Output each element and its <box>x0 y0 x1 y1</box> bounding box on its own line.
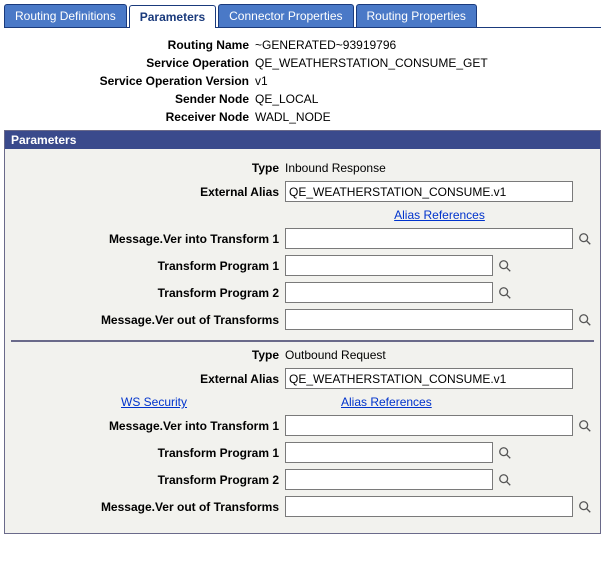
magnifier-icon[interactable] <box>577 499 593 515</box>
transform-program-2-input-outbound[interactable] <box>285 469 493 490</box>
parameters-panel: Parameters Type Inbound Response Externa… <box>4 130 601 534</box>
magnifier-icon[interactable] <box>497 472 513 488</box>
tab-routing-properties[interactable]: Routing Properties <box>356 4 477 27</box>
label-msg-ver-out-inbound: Message.Ver out of Transforms <box>11 313 285 327</box>
label-routing-name: Routing Name <box>4 38 255 52</box>
external-alias-input-outbound[interactable] <box>285 368 573 389</box>
value-routing-name: ~GENERATED~93919796 <box>255 38 396 52</box>
label-service-operation-version: Service Operation Version <box>4 74 255 88</box>
value-type-inbound: Inbound Response <box>285 161 386 175</box>
magnifier-icon[interactable] <box>497 285 513 301</box>
tab-bar: Routing Definitions Parameters Connector… <box>4 4 601 28</box>
msg-ver-out-input-inbound[interactable] <box>285 309 573 330</box>
value-receiver-node: WADL_NODE <box>255 110 331 124</box>
label-service-operation: Service Operation <box>4 56 255 70</box>
value-sender-node: QE_LOCAL <box>255 92 318 106</box>
tab-routing-definitions[interactable]: Routing Definitions <box>4 4 127 27</box>
panel-title: Parameters <box>5 131 600 149</box>
label-msg-ver-into-1-outbound: Message.Ver into Transform 1 <box>11 419 285 433</box>
label-type-outbound: Type <box>11 348 285 362</box>
alias-references-link-outbound[interactable]: Alias References <box>341 395 432 409</box>
transform-program-1-input-outbound[interactable] <box>285 442 493 463</box>
label-type-inbound: Type <box>11 161 285 175</box>
transform-program-2-input-inbound[interactable] <box>285 282 493 303</box>
label-transform-program-2-outbound: Transform Program 2 <box>11 473 285 487</box>
magnifier-icon[interactable] <box>497 258 513 274</box>
value-type-outbound: Outbound Request <box>285 348 386 362</box>
msg-ver-into-1-input-inbound[interactable] <box>285 228 573 249</box>
label-receiver-node: Receiver Node <box>4 110 255 124</box>
label-msg-ver-into-1-inbound: Message.Ver into Transform 1 <box>11 232 285 246</box>
label-sender-node: Sender Node <box>4 92 255 106</box>
label-external-alias-inbound: External Alias <box>11 185 285 199</box>
ws-security-link[interactable]: WS Security <box>121 395 187 409</box>
label-transform-program-2-inbound: Transform Program 2 <box>11 286 285 300</box>
alias-references-link-inbound[interactable]: Alias References <box>394 208 485 222</box>
value-service-operation-version: v1 <box>255 74 268 88</box>
label-transform-program-1-inbound: Transform Program 1 <box>11 259 285 273</box>
magnifier-icon[interactable] <box>497 445 513 461</box>
value-service-operation: QE_WEATHERSTATION_CONSUME_GET <box>255 56 488 70</box>
label-msg-ver-out-outbound: Message.Ver out of Transforms <box>11 500 285 514</box>
magnifier-icon[interactable] <box>577 312 593 328</box>
label-transform-program-1-outbound: Transform Program 1 <box>11 446 285 460</box>
external-alias-input-inbound[interactable] <box>285 181 573 202</box>
section-divider <box>11 340 594 342</box>
msg-ver-out-input-outbound[interactable] <box>285 496 573 517</box>
routing-header: Routing Name ~GENERATED~93919796 Service… <box>4 38 601 124</box>
magnifier-icon[interactable] <box>577 231 593 247</box>
label-external-alias-outbound: External Alias <box>11 372 285 386</box>
tab-connector-properties[interactable]: Connector Properties <box>218 4 353 27</box>
magnifier-icon[interactable] <box>577 418 593 434</box>
msg-ver-into-1-input-outbound[interactable] <box>285 415 573 436</box>
panel-body: Type Inbound Response External Alias Ali… <box>5 149 600 533</box>
transform-program-1-input-inbound[interactable] <box>285 255 493 276</box>
tab-parameters[interactable]: Parameters <box>129 5 216 28</box>
